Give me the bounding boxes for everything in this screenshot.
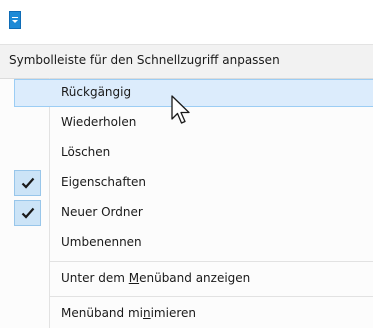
menu-item-minimize-ribbon[interactable]: Menüband minimieren: [14, 300, 373, 328]
menu-item-label: Löschen: [61, 145, 111, 159]
menu-item-label: Eigenschaften: [61, 175, 147, 189]
label-text: Menüband mi: [61, 306, 143, 320]
menu-item-redo[interactable]: Wiederholen: [14, 109, 373, 137]
qat-customize-menu: Symbolleiste für den Schnellzugriff anpa…: [0, 44, 373, 328]
menu-item-label: Wiederholen: [61, 115, 137, 129]
menu-item-delete[interactable]: Löschen: [14, 139, 373, 167]
qat-customize-button[interactable]: [9, 11, 21, 29]
menu-item-label: Unter dem Menüband anzeigen: [61, 271, 250, 285]
label-text: imieren: [150, 306, 196, 320]
checkmark-box: [14, 170, 41, 196]
menu-item-label: Umbenennen: [61, 235, 142, 249]
menu-item-show-below-ribbon[interactable]: Unter dem Menüband anzeigen: [14, 265, 373, 293]
menu-header: Symbolleiste für den Schnellzugriff anpa…: [0, 45, 373, 79]
checkmark-icon: [21, 207, 35, 219]
mouse-pointer-icon: [171, 95, 190, 124]
menu-item-properties[interactable]: Eigenschaften: [14, 169, 373, 197]
menu-header-label: Symbolleiste für den Schnellzugriff anpa…: [9, 53, 280, 67]
label-text: Unter dem: [61, 271, 129, 285]
menu-separator: [50, 296, 373, 297]
menu-item-new-folder[interactable]: Neuer Ordner: [14, 199, 373, 227]
qat-customize-dropdown-icon: [12, 17, 18, 23]
menu-item-label: Rückgängig: [61, 85, 132, 99]
accelerator-key: n: [142, 306, 151, 320]
menu-item-label: Menüband minimieren: [61, 306, 196, 320]
checkmark-box: [14, 200, 41, 226]
checkmark-icon: [21, 177, 35, 189]
menu-item-label: Neuer Ordner: [61, 205, 143, 219]
menu-item-rename[interactable]: Umbenennen: [14, 229, 373, 257]
menu-item-undo[interactable]: Rückgängig: [14, 79, 373, 107]
label-text: enüband anzeigen: [139, 271, 251, 285]
menu-separator: [50, 261, 373, 262]
accelerator-key: M: [128, 271, 140, 285]
